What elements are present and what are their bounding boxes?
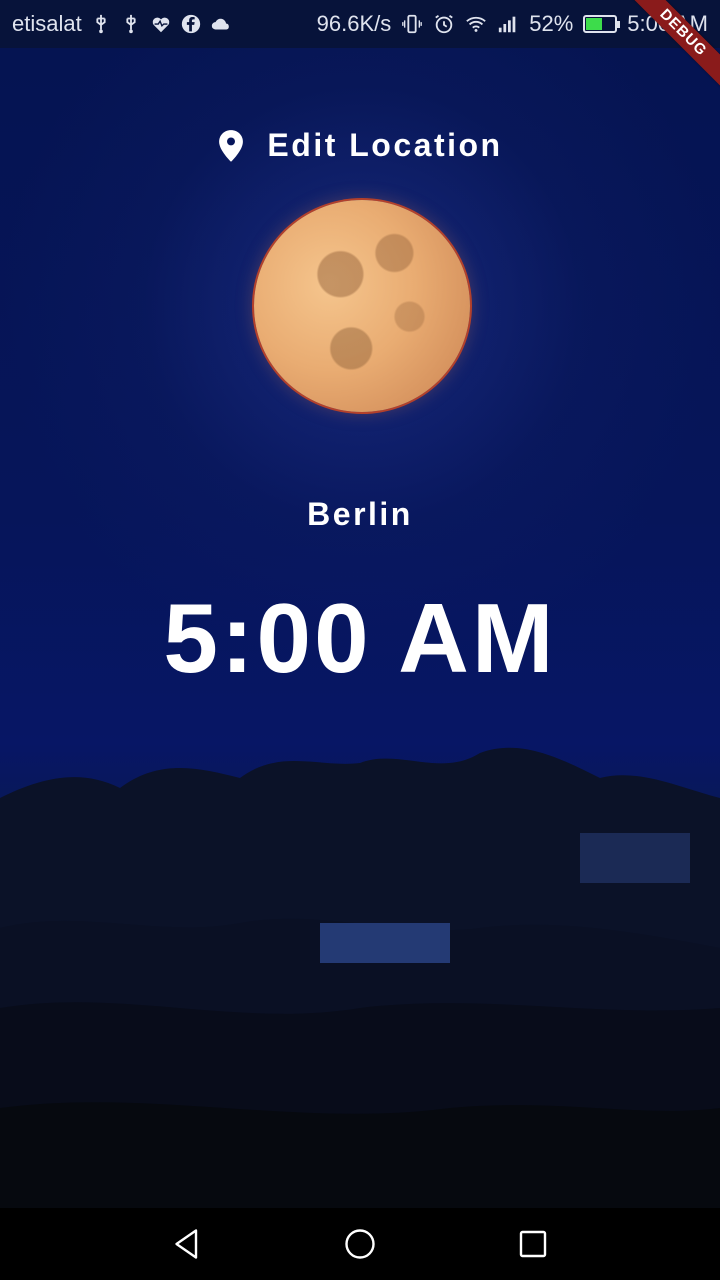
- status-left: etisalat: [12, 11, 232, 37]
- battery-icon: [583, 15, 621, 33]
- system-nav-bar: [0, 1208, 720, 1280]
- health-icon: [150, 13, 172, 35]
- cloud-icon: [210, 13, 232, 35]
- home-icon: [345, 1229, 375, 1259]
- moon-image: [254, 200, 470, 412]
- usb-icon: [120, 13, 142, 35]
- edit-location-label: Edit Location: [267, 127, 503, 163]
- facebook-icon: [180, 13, 202, 35]
- battery-percent: 52%: [529, 11, 574, 36]
- back-button[interactable]: [165, 1222, 209, 1266]
- location-name: Berlin: [307, 496, 413, 532]
- edit-location-button[interactable]: Edit Location: [0, 126, 720, 165]
- network-speed: 96.6K/s: [316, 11, 392, 36]
- status-bar: etisalat 96.6K/s 52% 5:0: [0, 0, 720, 48]
- vibrate-icon: [401, 13, 423, 35]
- recents-button[interactable]: [511, 1222, 555, 1266]
- usb-icon: [90, 13, 112, 35]
- signal-icon: [497, 13, 519, 35]
- carrier-name: etisalat: [12, 11, 82, 36]
- home-button[interactable]: [338, 1222, 382, 1266]
- wifi-icon: [465, 13, 487, 35]
- location-time: 5:00 AM: [163, 583, 557, 693]
- recents-icon: [520, 1230, 547, 1258]
- back-icon: [174, 1229, 197, 1259]
- hills-silhouette: [0, 747, 720, 1208]
- alarm-icon: [433, 13, 455, 35]
- location-pin-icon: [217, 129, 245, 163]
